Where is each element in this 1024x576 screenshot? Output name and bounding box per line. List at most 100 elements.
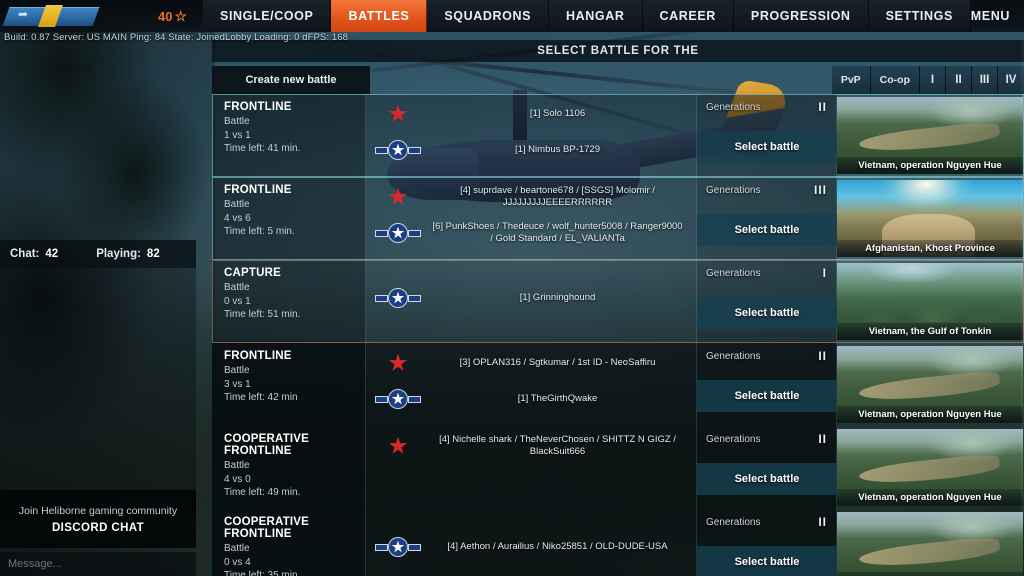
soviet-star-icon bbox=[366, 104, 430, 124]
battle-player-count: 0 vs 4 bbox=[224, 557, 251, 568]
battle-time-left: Time left: 42 min bbox=[224, 392, 298, 403]
blue-team: [1] TheGirthQwake bbox=[366, 381, 697, 417]
battle-mode-name: COOPERATIVE FRONTLINE bbox=[224, 516, 310, 540]
battle-player-count: 3 vs 1 bbox=[224, 379, 251, 390]
select-battle-button[interactable]: Select battle bbox=[697, 546, 837, 576]
red-team-players: [1] Solo 1106 bbox=[529, 108, 586, 120]
tab-progression[interactable]: PROGRESSION bbox=[733, 0, 869, 32]
chat-message-input[interactable] bbox=[8, 558, 188, 570]
map-name: Vietnam, operation Nguyen Hue bbox=[837, 406, 1023, 423]
battle-mode-name: FRONTLINE bbox=[224, 350, 292, 362]
blue-team: [4] Aethon / Aurailius / Niko25851 / OLD… bbox=[366, 529, 697, 565]
battle-time-left: Time left: 5 min. bbox=[224, 226, 295, 237]
blue-team-players: [4] Aethon / Aurailius / Niko25851 / OLD… bbox=[447, 541, 668, 553]
tab-hangar[interactable]: HANGAR bbox=[549, 0, 643, 32]
battle-row[interactable]: FRONTLINE Battle 4 vs 6 Time left: 5 min… bbox=[212, 177, 1024, 260]
page-title: SELECT BATTLE FOR THE bbox=[537, 45, 699, 57]
battle-teams-cell: [1] Solo 1106 [1] Nimbus BP-1729 bbox=[366, 94, 697, 177]
battle-type: Battle bbox=[224, 365, 250, 376]
red-team-players: [4] Nichelle shark / TheNeverChosen / SH… bbox=[439, 434, 676, 457]
menu-button[interactable]: MENU bbox=[971, 0, 1010, 32]
map-thumbnail: Vietnam, the Gulf of Tonkin bbox=[837, 263, 1023, 340]
battle-mode-name: COOPERATIVE FRONTLINE bbox=[224, 433, 310, 457]
battle-mode-name: CAPTURE bbox=[224, 267, 281, 279]
top-navigation-bar: ➦ 40 ☆ SINGLE/COOP BATTLES SQUADRONS HAN… bbox=[0, 0, 1024, 32]
panel-header: SELECT BATTLE FOR THE bbox=[212, 40, 1024, 62]
tab-single-coop[interactable]: SINGLE/COOP bbox=[203, 0, 332, 32]
battle-row[interactable]: COOPERATIVE FRONTLINE Battle 4 vs 0 Time… bbox=[212, 426, 1024, 509]
select-battle-button[interactable]: Select battle bbox=[697, 131, 837, 163]
star-icon: ☆ bbox=[174, 7, 188, 24]
battle-info-cell: COOPERATIVE FRONTLINE Battle 4 vs 0 Time… bbox=[212, 426, 366, 509]
battle-row[interactable]: FRONTLINE Battle 3 vs 1 Time left: 42 mi… bbox=[212, 343, 1024, 426]
battle-player-count: 4 vs 0 bbox=[224, 474, 251, 485]
battle-map-cell: Vietnam, operation Nguyen Hue bbox=[837, 94, 1023, 177]
generation-value: I bbox=[822, 266, 827, 280]
player-level-value: 40 bbox=[158, 8, 173, 24]
select-battle-button[interactable]: Select battle bbox=[697, 214, 837, 246]
usaf-roundel-icon bbox=[366, 140, 430, 160]
battle-player-count: 4 vs 6 bbox=[224, 213, 251, 224]
battle-generation-cell: Generations II Select battle bbox=[697, 343, 837, 426]
red-team: [4] suprdave / beartone678 / [SSGS] Molo… bbox=[366, 179, 697, 215]
battle-type: Battle bbox=[224, 282, 250, 293]
filter-coop[interactable]: Co-op bbox=[870, 66, 920, 94]
battle-row[interactable]: CAPTURE Battle 0 vs 1 Time left: 51 min.… bbox=[212, 260, 1024, 343]
battle-map-cell: Vietnam, operation Nguyen Hue bbox=[837, 509, 1023, 576]
tab-battles[interactable]: BATTLES bbox=[331, 0, 428, 32]
filter-pvp[interactable]: PvP bbox=[831, 66, 871, 94]
battle-info-cell: FRONTLINE Battle 1 vs 1 Time left: 41 mi… bbox=[212, 94, 366, 177]
create-new-battle-button[interactable]: Create new battle bbox=[212, 66, 370, 94]
battle-generation-cell: Generations III Select battle bbox=[697, 177, 837, 260]
filter-generation-1[interactable]: I bbox=[920, 66, 946, 94]
battle-info-cell: FRONTLINE Battle 4 vs 6 Time left: 5 min… bbox=[212, 177, 366, 260]
battle-filters: PvP Co-op I II III IV bbox=[831, 66, 1024, 94]
battle-row[interactable]: COOPERATIVE FRONTLINE Battle 0 vs 4 Time… bbox=[212, 509, 1024, 576]
blue-team-players: [6] PunkShoes / Thedeuce / wolf_hunter50… bbox=[432, 221, 683, 244]
tab-squadrons[interactable]: SQUADRONS bbox=[427, 0, 550, 32]
map-name: Vietnam, the Gulf of Tonkin bbox=[837, 323, 1023, 340]
generations-label: Generations bbox=[706, 351, 761, 362]
blue-team: [1] Grinninghound bbox=[366, 280, 697, 316]
map-thumbnail: Afghanistan, Khost Province bbox=[837, 180, 1023, 257]
filter-generation-3[interactable]: III bbox=[972, 66, 998, 94]
map-thumbnail: Vietnam, operation Nguyen Hue bbox=[837, 512, 1023, 576]
battle-info-cell: FRONTLINE Battle 3 vs 1 Time left: 42 mi… bbox=[212, 343, 366, 426]
discord-join-text: Join Heliborne gaming community bbox=[18, 504, 178, 517]
battle-teams-cell: [4] Nichelle shark / TheNeverChosen / SH… bbox=[366, 426, 697, 509]
tab-career[interactable]: CAREER bbox=[642, 0, 734, 32]
chat-message-list[interactable] bbox=[0, 268, 196, 518]
red-team: [4] Nichelle shark / TheNeverChosen / SH… bbox=[366, 428, 697, 464]
tab-settings[interactable]: SETTINGS bbox=[868, 0, 971, 32]
game-screen: ➦ 40 ☆ SINGLE/COOP BATTLES SQUADRONS HAN… bbox=[0, 0, 1024, 576]
battle-list: FRONTLINE Battle 1 vs 1 Time left: 41 mi… bbox=[212, 94, 1024, 576]
battle-map-cell: Afghanistan, Khost Province bbox=[837, 177, 1023, 260]
discord-chat-link[interactable]: DISCORD CHAT bbox=[52, 522, 144, 534]
select-battle-button[interactable]: Select battle bbox=[697, 463, 837, 495]
filter-generation-2[interactable]: II bbox=[946, 66, 972, 94]
map-name: Vietnam, operation Nguyen Hue bbox=[837, 157, 1023, 174]
battle-mode-name: FRONTLINE bbox=[224, 184, 292, 196]
battle-teams-cell: [1] Grinninghound bbox=[366, 260, 697, 343]
battle-teams-cell: [4] suprdave / beartone678 / [SSGS] Molo… bbox=[366, 177, 697, 260]
battle-generation-cell: Generations II Select battle bbox=[697, 94, 837, 177]
generations-label: Generations bbox=[706, 102, 761, 113]
battle-info-cell: CAPTURE Battle 0 vs 1 Time left: 51 min. bbox=[212, 260, 366, 343]
select-battle-button[interactable]: Select battle bbox=[697, 297, 837, 329]
generation-value: III bbox=[813, 183, 827, 197]
map-thumbnail: Vietnam, operation Nguyen Hue bbox=[837, 346, 1023, 423]
generation-value: II bbox=[818, 349, 827, 363]
battle-type: Battle bbox=[224, 543, 250, 554]
game-logo: ➦ bbox=[2, 4, 100, 28]
select-battle-button[interactable]: Select battle bbox=[697, 380, 837, 412]
battle-row[interactable]: FRONTLINE Battle 1 vs 1 Time left: 41 mi… bbox=[212, 94, 1024, 177]
discord-chat-promo[interactable]: Join Heliborne gaming community DISCORD … bbox=[0, 490, 196, 548]
map-name: Vietnam, operation Nguyen Hue bbox=[837, 572, 1023, 576]
blue-team-players: [1] Grinninghound bbox=[519, 292, 596, 304]
battle-mode-name: FRONTLINE bbox=[224, 101, 292, 113]
generations-label: Generations bbox=[706, 517, 761, 528]
soviet-star-icon bbox=[366, 353, 430, 373]
chat-panel: Chat: 42 Playing: 82 Join Heliborne gami… bbox=[0, 240, 196, 576]
usaf-roundel-icon bbox=[366, 288, 430, 308]
chat-stats-bar: Chat: 42 Playing: 82 bbox=[0, 240, 196, 268]
